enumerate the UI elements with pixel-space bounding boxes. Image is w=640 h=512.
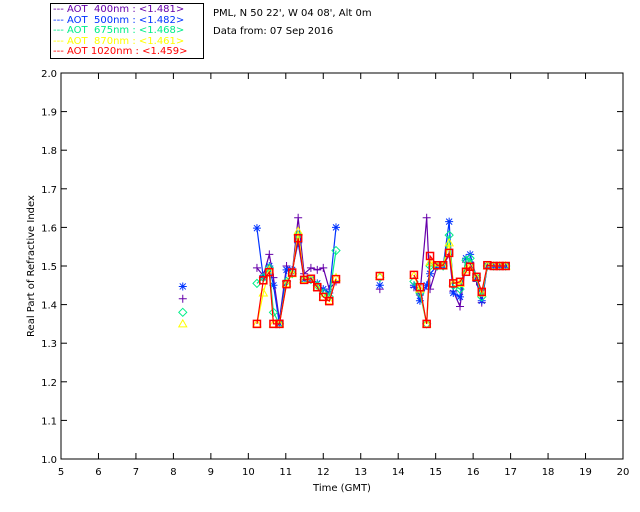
x-tick-label: 7 bbox=[133, 467, 139, 478]
y-tick-label: 1.9 bbox=[41, 108, 57, 119]
x-tick-label: 8 bbox=[170, 467, 176, 478]
y-tick-label: 1.2 bbox=[41, 378, 57, 389]
data-point bbox=[313, 265, 322, 274]
y-tick-label: 1.6 bbox=[41, 223, 57, 234]
y-tick-label: 1.1 bbox=[41, 416, 57, 427]
series-1 bbox=[178, 217, 510, 328]
x-tick-label: 17 bbox=[504, 467, 517, 478]
chart-figure: --- AOT 400nm : <1.481> --- AOT 500nm : <… bbox=[0, 0, 640, 512]
y-axis-label: Real Part of Refractive Index bbox=[26, 195, 37, 337]
x-tick-label: 20 bbox=[617, 467, 630, 478]
data-point bbox=[252, 224, 261, 233]
data-point bbox=[456, 302, 465, 311]
plot-frame bbox=[60, 72, 624, 460]
data-point bbox=[178, 294, 187, 303]
y-tick-label: 1.4 bbox=[41, 301, 57, 312]
y-tick-label: 1.7 bbox=[41, 185, 57, 196]
data-point bbox=[422, 213, 431, 222]
data-point bbox=[294, 213, 303, 222]
plot-area: 5 6 7 8 9 10 11 12 13 14 15 16 17 18 19 20 1.0 1.1 1.2 1.3 1… bbox=[26, 69, 630, 494]
y-tick-label: 2.0 bbox=[41, 69, 57, 80]
data-point bbox=[178, 307, 188, 318]
data-point bbox=[375, 281, 384, 290]
data-point bbox=[449, 289, 458, 298]
x-tick-label: 16 bbox=[467, 467, 480, 478]
x-tick-label: 6 bbox=[95, 467, 101, 478]
x-tick-label: 5 bbox=[58, 467, 64, 478]
series-4 bbox=[252, 233, 510, 329]
x-tick-label: 19 bbox=[579, 467, 592, 478]
x-tick-label: 10 bbox=[242, 467, 255, 478]
y-tick-label: 1.3 bbox=[41, 339, 57, 350]
x-tick-label: 18 bbox=[542, 467, 555, 478]
x-tick-label: 11 bbox=[279, 467, 292, 478]
series-0 bbox=[178, 213, 510, 325]
data-point bbox=[265, 250, 274, 259]
series-3 bbox=[177, 226, 511, 328]
y-tick-label: 1.5 bbox=[41, 262, 57, 273]
y-tick-label: 1.8 bbox=[41, 146, 57, 157]
data-point bbox=[178, 282, 187, 291]
data-point bbox=[319, 263, 328, 272]
x-tick-label: 13 bbox=[354, 467, 367, 478]
x-tick-label: 9 bbox=[208, 467, 214, 478]
x-axis-label: Time (GMT) bbox=[312, 483, 371, 494]
x-tick-label: 15 bbox=[429, 467, 442, 478]
data-point bbox=[177, 318, 188, 328]
y-tick-label: 1.0 bbox=[41, 455, 57, 466]
data-point bbox=[332, 223, 341, 232]
x-tick-label: 12 bbox=[317, 467, 330, 478]
series-line bbox=[256, 238, 337, 325]
data-point bbox=[445, 217, 454, 226]
x-tick-label: 14 bbox=[392, 467, 405, 478]
data-point bbox=[456, 292, 465, 301]
